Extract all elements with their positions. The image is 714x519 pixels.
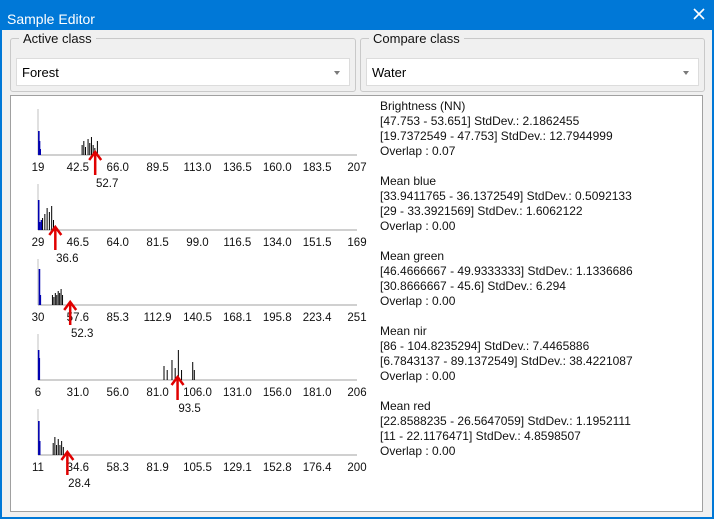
histogram-row: 30 57.6 85.3 112.9 140.5 168.1 195.8 223.4 25152… bbox=[32, 259, 367, 340]
tick-label: 11 bbox=[32, 462, 44, 474]
threshold-value: 36.6 bbox=[56, 253, 78, 265]
tick-label: 151.5 bbox=[303, 237, 332, 249]
tick-label: 66.0 bbox=[107, 162, 129, 174]
tick-label: 112.9 bbox=[144, 312, 172, 324]
compare-class-range: [19.7372549 - 47.753] StdDev.: 12.794499… bbox=[380, 129, 613, 143]
window-title: Sample Editor bbox=[7, 11, 95, 27]
compare-class-range: [11 - 22.1176471] StdDev.: 4.8598507 bbox=[380, 429, 581, 443]
tick-label: 134.0 bbox=[263, 237, 292, 249]
tick-label: 156.0 bbox=[263, 387, 292, 399]
tick-label: 152.8 bbox=[263, 462, 292, 474]
feature-name: Brightness (NN) bbox=[380, 99, 466, 113]
tick-label: 131.0 bbox=[223, 387, 252, 399]
tick-label: 113.0 bbox=[184, 162, 212, 174]
tick-label: 89.5 bbox=[146, 162, 168, 174]
feature-name: Mean red bbox=[380, 399, 431, 413]
histogram-row: 19 42.5 66.0 89.5 113.0 136.5 160.0 183.5 207 52.… bbox=[32, 109, 367, 190]
feature-info: Mean red [22.8588235 - 26.5647059] StdDev… bbox=[380, 399, 631, 459]
active-class-range: [86 - 104.8235294] StdDev.: 7.4465886 bbox=[380, 339, 590, 353]
tick-label: 176.4 bbox=[303, 462, 332, 474]
tick-label: 181.0 bbox=[303, 387, 332, 399]
active-class-value: Forest bbox=[22, 65, 59, 80]
tick-label: 29 bbox=[32, 237, 45, 249]
tick-label: 116.5 bbox=[223, 237, 251, 249]
tick-label: 58.3 bbox=[107, 462, 129, 474]
active-class-range: [22.8588235 - 26.5647059] StdDev.: 1.195… bbox=[380, 414, 631, 428]
active-class-select[interactable]: Forest bbox=[16, 58, 350, 86]
tick-label: 30 bbox=[32, 312, 45, 324]
chevron-down-icon bbox=[683, 71, 689, 75]
tick-label: 81.9 bbox=[146, 462, 168, 474]
histogram-row: 29 46.5 64.0 81.5 99.0 116.5 134.0 151.5 169 36.6 bbox=[32, 184, 367, 265]
tick-label: 207 bbox=[347, 162, 366, 174]
tick-label: 136.5 bbox=[223, 162, 252, 174]
tick-label: 99.0 bbox=[186, 237, 208, 249]
tick-label: 140.5 bbox=[183, 312, 212, 324]
compare-class-range: [6.7843137 - 89.1372549] StdDev.: 38.422… bbox=[380, 354, 633, 368]
tick-label: 168.1 bbox=[223, 312, 252, 324]
tick-label: 6 bbox=[35, 387, 41, 399]
compare-class-select[interactable]: Water bbox=[366, 58, 699, 86]
tick-label: 64.0 bbox=[107, 237, 129, 249]
feature-name: Mean nir bbox=[380, 324, 427, 338]
close-icon[interactable] bbox=[692, 7, 706, 21]
active-class-range: [33.9411765 - 36.1372549] StdDev.: 0.509… bbox=[380, 189, 632, 203]
feature-info: Mean green [46.4666667 - 49.9333333] StdD… bbox=[380, 249, 633, 309]
compare-class-label: Compare class bbox=[369, 31, 464, 46]
histogram-panel: 19 42.5 66.0 89.5 113.0 136.5 160.0 183.5 207 52.… bbox=[10, 95, 703, 512]
compare-class-range: [30.8666667 - 45.6] StdDev.: 6.294 bbox=[380, 279, 566, 293]
overlap-value: Overlap : 0.00 bbox=[380, 294, 456, 308]
tick-label: 56.0 bbox=[107, 387, 129, 399]
feature-info: Mean nir [86 - 104.8235294] StdDev.: 7.44… bbox=[380, 324, 633, 384]
tick-label: 206 bbox=[347, 387, 366, 399]
tick-label: 19 bbox=[32, 162, 45, 174]
active-class-label: Active class bbox=[19, 31, 96, 46]
threshold-value: 28.4 bbox=[68, 478, 91, 490]
tick-label: 169 bbox=[347, 237, 366, 249]
tick-label: 223.4 bbox=[303, 312, 332, 324]
feature-name: Mean blue bbox=[380, 174, 437, 188]
tick-label: 251 bbox=[347, 312, 366, 324]
threshold-value: 52.3 bbox=[71, 328, 93, 340]
tick-label: 81.5 bbox=[146, 237, 168, 249]
tick-label: 81.0 bbox=[146, 387, 168, 399]
active-class-group: Active class Forest bbox=[10, 31, 356, 92]
compare-class-range: [29 - 33.3921569] StdDev.: 1.6062122 bbox=[380, 204, 583, 218]
tick-label: 200 bbox=[347, 462, 366, 474]
sample-editor-window: Sample Editor Active class Forest Compar… bbox=[0, 0, 714, 519]
active-class-range: [46.4666667 - 49.9333333] StdDev.: 1.133… bbox=[380, 264, 633, 278]
client-area: Active class Forest Compare class Water … bbox=[2, 30, 712, 517]
tick-label: 160.0 bbox=[263, 162, 292, 174]
overlap-value: Overlap : 0.00 bbox=[380, 219, 456, 233]
tick-label: 31.0 bbox=[67, 387, 89, 399]
tick-label: 105.5 bbox=[183, 462, 212, 474]
overlap-value: Overlap : 0.00 bbox=[380, 444, 456, 458]
tick-label: 183.5 bbox=[303, 162, 332, 174]
compare-class-value: Water bbox=[372, 65, 407, 80]
tick-label: 106.0 bbox=[183, 387, 212, 399]
threshold-value: 93.5 bbox=[178, 403, 200, 415]
active-class-range: [47.753 - 53.651] StdDev.: 2.1862455 bbox=[380, 114, 580, 128]
tick-label: 85.3 bbox=[107, 312, 129, 324]
tick-label: 195.8 bbox=[263, 312, 292, 324]
feature-name: Mean green bbox=[380, 249, 445, 263]
histogram-row: 6 31.0 56.0 81.0 106.0 131.0 156.0 181.0 206 93.5 bbox=[35, 334, 367, 415]
histogram-row: 11 34.6 58.3 81.9 105.5 129.1 152.8 176.4 200 28.… bbox=[32, 409, 367, 490]
tick-label: 42.5 bbox=[67, 162, 89, 174]
overlap-value: Overlap : 0.00 bbox=[380, 369, 456, 383]
feature-info: Brightness (NN) [47.753 - 53.651] StdDev.… bbox=[380, 99, 613, 159]
tick-label: 129.1 bbox=[223, 462, 252, 474]
chevron-down-icon bbox=[334, 71, 340, 75]
threshold-value: 52.7 bbox=[96, 178, 118, 190]
compare-class-group: Compare class Water bbox=[360, 31, 705, 92]
tick-label: 46.5 bbox=[67, 237, 89, 249]
tick-label: 34.6 bbox=[67, 462, 89, 474]
feature-info: Mean blue [33.9411765 - 36.1372549] StdDe… bbox=[380, 174, 632, 234]
overlap-value: Overlap : 0.07 bbox=[380, 144, 456, 158]
